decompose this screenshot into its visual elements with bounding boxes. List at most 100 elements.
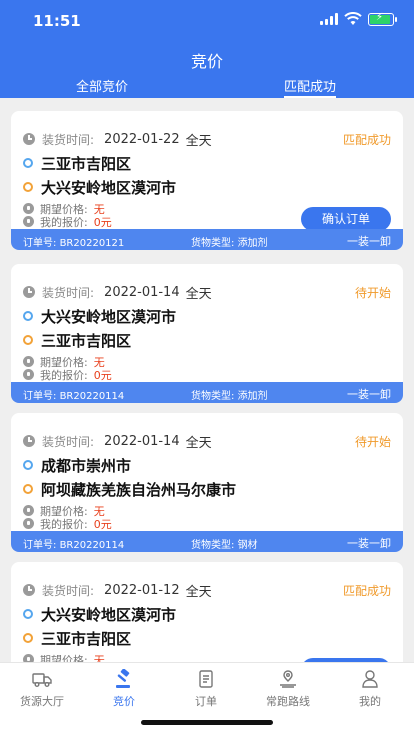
order-footer: 订单号: BR20220114 货物类型: 添加剂 一装一卸 [11,382,403,403]
system-icons: ⚡ [320,12,397,26]
destination-row: 三亚市吉阳区 [23,628,391,648]
load-time-label: 装货时间: [42,583,95,598]
order-card[interactable]: 装货时间: 2022-01-14 全天 待开始 成都市崇州市 阿坝藏族羌族自治州… [11,413,403,552]
status-badge: 匹配成功 [342,584,391,598]
clock-icon [23,133,35,145]
load-time-label: 装货时间: [42,285,95,300]
signal-icon [320,13,338,25]
user-icon [362,670,378,688]
expected-price-value: 无 [93,653,105,663]
status-time: 11:51 [33,12,81,30]
home-indicator [141,720,273,725]
origin-row: 大兴安岭地区漠河市 [23,604,391,624]
order-footer: 订单号: BR20220114 货物类型: 钢材 一装一卸 [11,531,403,552]
load-time-row: 装货时间: 2022-01-14 全天 待开始 [23,433,391,451]
bid-icon [23,216,34,227]
load-date: 2022-01-22 [104,131,180,147]
page-title: 竞价 [190,52,223,71]
clock-icon [23,584,35,596]
app-header: 11:51 ⚡ 竞价 全部竞价 匹配成功 [0,0,414,98]
wifi-icon [344,12,362,25]
gavel-icon [116,669,130,688]
route-icon [280,670,296,688]
destination-city: 大兴安岭地区漠河市 [41,178,177,197]
my-bid-label: 我的报价: [40,368,88,382]
status-badge: 待开始 [354,286,391,300]
truck-icon [32,673,52,687]
destination-city: 阿坝藏族羌族自治州马尔康市 [41,480,237,499]
load-time-label: 装货时间: [42,434,95,449]
order-number: 订单号: BR20220121 [23,238,125,249]
destination-dot-icon [23,484,33,494]
destination-dot-icon [23,182,33,192]
status-badge: 待开始 [354,435,391,449]
clock-icon [23,435,35,447]
destination-city: 三亚市吉阳区 [41,331,132,350]
load-time-row: 装货时间: 2022-01-12 全天 匹配成功 [23,582,391,600]
origin-city: 成都市崇州市 [41,456,132,475]
load-day: 全天 [185,133,212,149]
load-date: 2022-01-14 [104,284,180,300]
origin-dot-icon [23,158,33,168]
load-time-label: 装货时间: [42,132,95,147]
load-day: 全天 [185,435,212,451]
order-card[interactable]: 装货时间: 2022-01-14 全天 待开始 大兴安岭地区漠河市 三亚市吉阳区… [11,264,403,403]
tab-all-bids[interactable]: 全部竞价 [76,76,128,98]
price-tag-icon [23,356,34,367]
load-date: 2022-01-12 [104,582,180,598]
load-day: 全天 [185,286,212,302]
my-bid-value: 0元 [93,517,112,531]
battery-icon: ⚡ [368,12,397,26]
order-number: 订单号: BR20220114 [23,540,125,551]
nav-label: 常跑路线 [266,695,310,708]
load-mode: 一装一卸 [347,388,391,401]
nav-label: 货源大厅 [20,695,64,708]
origin-dot-icon [23,609,33,619]
nav-mine[interactable]: 我的 [330,669,410,709]
origin-row: 三亚市吉阳区 [23,153,391,173]
price-tag-icon [23,505,34,516]
tab-bar: 全部竞价 匹配成功 [0,76,414,98]
status-bar: 11:51 ⚡ [0,0,414,40]
my-bid-row: 我的报价: 0元 [23,368,112,382]
my-bid-row: 我的报价: 0元 [23,215,112,229]
tab-matched[interactable]: 匹配成功 [284,76,337,98]
expected-price-row: 期望价格: 无 [23,653,105,662]
order-card[interactable]: 装货时间: 2022-01-22 全天 匹配成功 三亚市吉阳区 大兴安岭地区漠河… [11,111,403,250]
destination-row: 三亚市吉阳区 [23,330,391,350]
expected-price-label: 期望价格: [40,653,88,663]
my-bid-value: 0元 [93,368,112,382]
order-number: 订单号: BR20220114 [23,391,125,402]
my-bid-value: 0元 [93,215,112,229]
load-time-row: 装货时间: 2022-01-22 全天 匹配成功 [23,131,391,149]
order-list[interactable]: 装货时间: 2022-01-22 全天 匹配成功 三亚市吉阳区 大兴安岭地区漠河… [0,98,414,662]
my-bid-label: 我的报价: [40,517,88,531]
my-bid-label: 我的报价: [40,215,88,229]
bid-icon [23,369,34,380]
nav-label: 我的 [359,695,381,708]
destination-dot-icon [23,633,33,643]
nav-routes[interactable]: 常跑路线 [248,669,328,709]
nav-orders[interactable]: 订单 [166,669,246,709]
nav-bidding[interactable]: 竞价 [84,669,164,709]
status-badge: 匹配成功 [342,133,391,147]
destination-dot-icon [23,335,33,345]
cargo-type: 货物类型: 添加剂 [191,391,268,402]
destination-city: 三亚市吉阳区 [41,629,132,648]
load-time-row: 装货时间: 2022-01-14 全天 待开始 [23,284,391,302]
load-date: 2022-01-14 [104,433,180,449]
origin-dot-icon [23,460,33,470]
load-mode: 一装一卸 [347,537,391,550]
order-card[interactable]: 装货时间: 2022-01-12 全天 匹配成功 大兴安岭地区漠河市 三亚市吉阳… [11,562,403,662]
nav-cargo-hall[interactable]: 货源大厅 [2,669,82,709]
bid-icon [23,518,34,529]
confirm-order-button[interactable]: 确认订单 [301,207,391,231]
document-icon [199,670,213,688]
cargo-type: 货物类型: 添加剂 [191,238,268,249]
origin-city: 大兴安岭地区漠河市 [41,605,177,624]
destination-row: 阿坝藏族羌族自治州马尔康市 [23,479,391,499]
origin-dot-icon [23,311,33,321]
origin-row: 大兴安岭地区漠河市 [23,306,391,326]
destination-row: 大兴安岭地区漠河市 [23,177,391,197]
price-tag-icon [23,654,34,662]
